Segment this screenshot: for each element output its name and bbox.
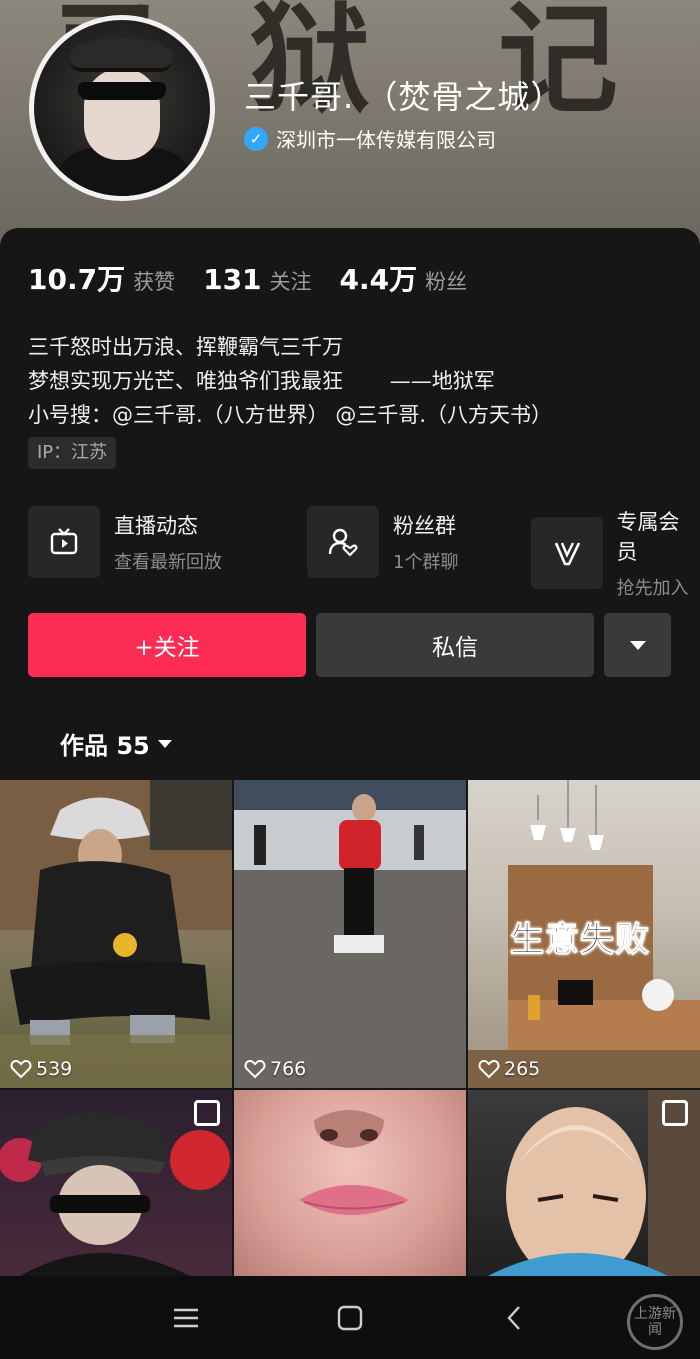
more-options-button[interactable] <box>604 613 671 677</box>
feature-vip[interactable]: 专属会员 抢先加入 <box>531 506 700 600</box>
verified-org-text: 深圳市一体传媒有限公司 <box>276 128 496 152</box>
video-thumbnail[interactable] <box>234 1090 466 1276</box>
bio-line: 三千怒时出万浪、挥鞭霸气三千万 <box>28 335 343 359</box>
caret-down-icon <box>629 640 646 650</box>
video-likes-count: 265 <box>504 1058 541 1080</box>
video-thumbnail[interactable]: 539 <box>0 780 232 1088</box>
thumb-illustration <box>299 1110 409 1215</box>
multi-image-icon <box>194 1100 220 1126</box>
tv-icon <box>28 506 100 578</box>
avatar[interactable] <box>29 15 215 201</box>
ip-location-tag: IP：江苏 <box>28 437 117 469</box>
profile-banner: 录 狱 记 三千哥. （焚骨之城） ✓ 深圳市一体传媒有限公司 <box>0 0 700 250</box>
heart-icon <box>244 1059 266 1079</box>
system-nav-bar <box>0 1276 700 1359</box>
verified-badge: ✓ 深圳市一体传媒有限公司 <box>244 124 496 153</box>
feature-row: 直播动态 查看最新回放 粉丝群 1个群聊 专属会员 抢先加入 <box>28 506 700 599</box>
feature-fans-title: 粉丝群 <box>393 514 456 538</box>
bio-line: 梦想实现万光芒、唯独爷们我最狂 ——地狱军 <box>28 369 495 393</box>
feature-vip-subtitle: 抢先加入 <box>616 578 689 599</box>
heart-icon <box>10 1059 32 1079</box>
video-thumbnail[interactable]: 766 <box>234 780 466 1088</box>
video-likes: 766 <box>244 1058 306 1080</box>
avatar-cap <box>70 38 172 72</box>
stat-following-value: 131 <box>203 263 262 296</box>
thumb-illustration <box>0 780 232 1088</box>
avatar-sunglasses <box>78 82 166 100</box>
menu-icon[interactable] <box>168 1300 204 1336</box>
fans-group-icon <box>307 506 379 578</box>
video-thumbnail[interactable] <box>468 1090 700 1276</box>
stats-row: 10.7万 获赞 131 关注 4.4万 粉丝 <box>28 258 495 298</box>
news-watermark: 上游新闻 <box>627 1294 683 1350</box>
stat-likes-value: 10.7万 <box>28 263 126 296</box>
message-button[interactable]: 私信 <box>316 613 594 677</box>
thumb-illustration <box>234 780 466 1088</box>
feature-vip-title: 专属会员 <box>616 510 680 564</box>
works-caret-icon <box>157 739 172 748</box>
works-tab[interactable]: 作品 55 <box>60 726 172 761</box>
stat-likes[interactable]: 10.7万 获赞 <box>28 258 175 298</box>
bio: 三千怒时出万浪、挥鞭霸气三千万 梦想实现万光芒、唯独爷们我最狂 ——地狱军 小号… <box>28 330 552 432</box>
feature-live[interactable]: 直播动态 查看最新回放 <box>28 506 222 578</box>
video-likes-count: 766 <box>270 1058 307 1080</box>
bio-line: 小号搜：@三千哥.（八方世界） @三千哥.（八方天书） <box>28 403 553 427</box>
works-label: 作品 55 <box>60 732 150 760</box>
stat-likes-label: 获赞 <box>133 270 176 294</box>
multi-image-icon <box>662 1100 688 1126</box>
stat-followers[interactable]: 4.4万 粉丝 <box>340 258 468 298</box>
stat-followers-value: 4.4万 <box>339 263 418 296</box>
video-overlay-text: 生意失败 <box>510 920 650 961</box>
video-thumbnail[interactable]: 生意失败 265 <box>468 780 700 1088</box>
video-grid: 539 766 生意失败 265 <box>0 780 700 1276</box>
profile-card: 10.7万 获赞 131 关注 4.4万 粉丝 三千怒时出万浪、挥鞭霸气三千万 … <box>0 228 700 780</box>
feature-fans-subtitle: 1个群聊 <box>393 552 459 573</box>
heart-icon <box>478 1059 500 1079</box>
feature-live-subtitle: 查看最新回放 <box>114 552 222 573</box>
feature-live-title: 直播动态 <box>114 514 198 538</box>
video-likes-count: 539 <box>36 1058 73 1080</box>
feature-fans-group[interactable]: 粉丝群 1个群聊 <box>307 506 458 578</box>
follow-button[interactable]: +关注 <box>28 613 306 677</box>
stat-followers-label: 粉丝 <box>425 270 468 294</box>
video-thumbnail[interactable] <box>0 1090 232 1276</box>
video-likes: 265 <box>478 1058 540 1080</box>
video-likes: 539 <box>10 1058 72 1080</box>
stat-following[interactable]: 131 关注 <box>203 263 311 296</box>
back-icon[interactable] <box>496 1300 532 1336</box>
vip-icon <box>531 517 603 589</box>
stat-following-label: 关注 <box>269 270 312 294</box>
verified-check-icon: ✓ <box>244 126 268 151</box>
profile-name: 三千哥. （焚骨之城） <box>244 78 564 116</box>
home-icon[interactable] <box>332 1300 368 1336</box>
